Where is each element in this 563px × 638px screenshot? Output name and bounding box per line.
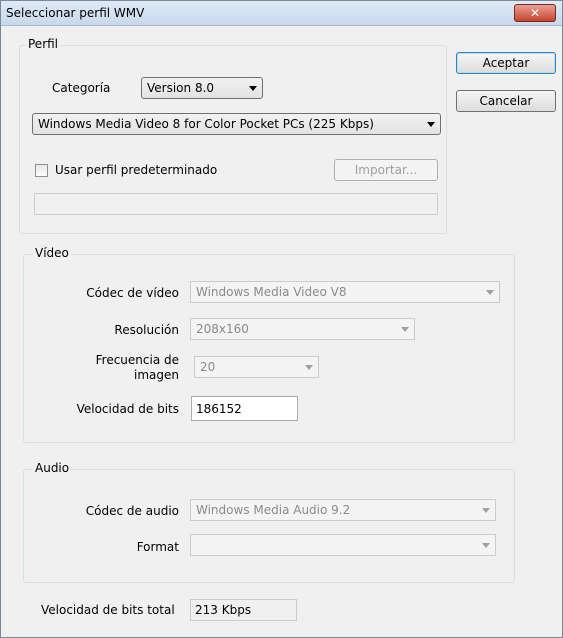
total-bitrate-label: Velocidad de bits total	[41, 603, 175, 617]
bitrate-label: Velocidad de bits	[76, 402, 179, 416]
category-value: Version 8.0	[147, 81, 215, 95]
resolution-label: Resolución	[114, 323, 179, 337]
resolution-value: 208x160	[196, 322, 249, 336]
audio-codec-label: Códec de audio	[85, 504, 179, 518]
use-default-label[interactable]: Usar perfil predeterminado	[55, 163, 217, 177]
total-bitrate-value: 213 Kbps	[195, 603, 252, 617]
bitrate-value: 186152	[196, 401, 242, 416]
accept-button-label: Aceptar	[482, 56, 530, 70]
chevron-down-icon	[305, 365, 313, 370]
chevron-down-icon	[482, 543, 490, 548]
framerate-label-line1: Frecuencia de	[95, 353, 179, 367]
video-legend: Vídeo	[33, 246, 71, 260]
chevron-down-icon	[249, 86, 257, 91]
title-bar[interactable]: Seleccionar perfil WMV ✕	[1, 1, 562, 26]
chevron-down-icon	[401, 327, 409, 332]
profile-description-field	[34, 193, 438, 215]
perfil-legend: Perfil	[26, 37, 61, 51]
format-select[interactable]	[190, 534, 496, 556]
video-codec-value: Windows Media Video V8	[196, 285, 347, 299]
video-codec-label: Códec de vídeo	[86, 286, 179, 300]
framerate-label-line2: imagen	[134, 368, 179, 382]
category-label: Categoría	[52, 81, 111, 95]
framerate-value: 20	[200, 360, 216, 374]
format-label: Format	[136, 540, 179, 554]
video-codec-select[interactable]: Windows Media Video V8	[190, 281, 500, 303]
profile-select[interactable]: Windows Media Video 8 for Color Pocket P…	[32, 113, 441, 135]
category-select[interactable]: Version 8.0	[141, 77, 263, 99]
audio-legend: Audio	[33, 461, 72, 475]
import-button-label: Importar...	[354, 163, 418, 177]
audio-codec-select[interactable]: Windows Media Audio 9.2	[190, 499, 496, 521]
audio-group	[23, 469, 515, 583]
bitrate-input[interactable]: 186152	[191, 396, 298, 421]
import-button[interactable]: Importar...	[334, 159, 438, 181]
accept-button[interactable]: Aceptar	[456, 52, 556, 74]
audio-codec-value: Windows Media Audio 9.2	[196, 503, 351, 517]
resolution-select[interactable]: 208x160	[190, 318, 415, 340]
close-button[interactable]: ✕	[514, 4, 556, 22]
framerate-select[interactable]: 20	[194, 356, 319, 378]
use-default-checkbox[interactable]	[35, 164, 48, 177]
chevron-down-icon	[486, 290, 494, 295]
chevron-down-icon	[482, 508, 490, 513]
window-title: Seleccionar perfil WMV	[6, 6, 145, 20]
dialog-window: Seleccionar perfil WMV ✕ Perfil Categorí…	[0, 0, 563, 638]
cancel-button-label: Cancelar	[479, 94, 533, 108]
cancel-button[interactable]: Cancelar	[456, 90, 556, 112]
chevron-down-icon	[427, 122, 435, 127]
close-icon: ✕	[529, 6, 541, 20]
profile-value: Windows Media Video 8 for Color Pocket P…	[38, 117, 374, 131]
total-bitrate-field: 213 Kbps	[190, 599, 297, 621]
